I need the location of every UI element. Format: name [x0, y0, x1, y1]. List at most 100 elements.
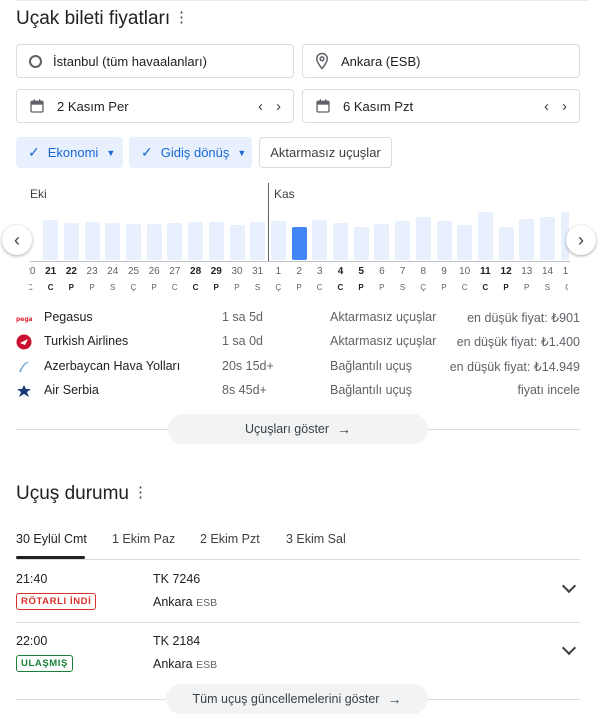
day-number: 1 [275, 266, 282, 277]
azal-logo-icon [16, 359, 32, 375]
tab-date-2[interactable]: 2 Ekim Pzt [200, 532, 260, 546]
svg-text:pegas: pegas [16, 316, 32, 323]
day-number: 26 [148, 266, 160, 277]
weekday-letter: Ç [275, 283, 282, 292]
status-badge: RÖTARLI İNDİ [16, 593, 97, 610]
day-number: 10 [459, 266, 471, 277]
weekday-letter: P [503, 283, 509, 292]
day-number: 6 [379, 266, 385, 277]
weekday-letter: S [544, 283, 551, 292]
day-number: 24 [107, 266, 119, 277]
day-number: 7 [399, 266, 406, 277]
stops-info: Bağlantılı uçuş [330, 382, 412, 397]
weekday-letter: C [47, 283, 54, 292]
weekday-letter: S [399, 283, 406, 292]
air-serbia-logo-icon [16, 383, 32, 399]
weekday-letter: P [296, 283, 302, 292]
weekday-letter: C [27, 283, 33, 292]
chevron-right-icon: › [578, 230, 584, 250]
tab-date-1[interactable]: 1 Ekim Paz [112, 532, 175, 546]
weekday-letter: C [192, 283, 199, 292]
day-number: 30 [231, 266, 243, 277]
day-number: 11 [480, 266, 491, 277]
chevron-down-icon[interactable] [561, 640, 577, 656]
day-number: 12 [500, 266, 512, 277]
weekday-letter: S [254, 283, 261, 292]
chevron-down-icon[interactable] [561, 578, 577, 594]
weekday-letter: C [171, 283, 178, 292]
arrival-city-name: Ankara [153, 595, 193, 609]
calendar-next-button[interactable]: › [566, 225, 596, 255]
show-all-updates-label: Tüm uçuş güncellemelerini göster [192, 692, 380, 706]
weekday-letter: C [316, 283, 323, 292]
lowest-price: en düşük fiyat: ₺901 [467, 311, 580, 325]
lowest-price: en düşük fiyat: ₺1.400 [456, 335, 580, 350]
lowest-price: en düşük fiyat: ₺14.949 [449, 359, 580, 374]
day-number: 5 [358, 266, 364, 277]
flight-status-row[interactable]: 22:00 ULAŞMIŞ TK 2184 Ankara ESB [16, 633, 580, 683]
stops-info: Bağlantılı uçuş [330, 358, 412, 373]
weekday-letter: Ç [420, 283, 427, 292]
weekday-letter: C [461, 283, 468, 292]
day-number: 2 [296, 266, 302, 277]
weekday-letter: P [68, 283, 75, 292]
pegasus-logo-icon: pegas [16, 310, 32, 326]
airline-name: Air Serbia [44, 382, 99, 397]
tab-date-3[interactable]: 3 Ekim Sal [286, 532, 346, 546]
weekday-letter: P [89, 283, 95, 292]
weekday-letter: S [110, 283, 116, 292]
arrival-airport-code: ESB [196, 659, 218, 671]
show-all-updates-button[interactable]: Tüm uçuş güncellemelerini göster → [166, 684, 428, 714]
tabs-divider [16, 559, 580, 560]
day-number: 21 [45, 266, 57, 277]
weekday-letter: P [234, 283, 240, 292]
airline-row[interactable]: Air Serbia 8s 45d+ Bağlantılı uçuş fiyatı i… [16, 383, 582, 401]
flight-duration: 20s 15d+ [222, 358, 274, 373]
day-number: 9 [441, 266, 447, 277]
calendar-prev-button[interactable]: ‹ [2, 225, 32, 255]
weekday-letter: P [358, 283, 364, 292]
flight-duration: 1 sa 5d [222, 310, 264, 324]
day-number: 29 [210, 266, 222, 277]
status-more-icon[interactable]: ⋮ [133, 483, 148, 501]
day-labels: 20 C 21 C 22 P 23 P 24 S 25 Ç 26 P 27 C 28 C 29 P 30 P 31 S 1 Ç 2 P… [27, 0, 572, 300]
stops-info: Aktarmasız uçuşlar [330, 334, 437, 349]
airline-name: Turkish Airlines [44, 334, 129, 349]
day-number: 22 [65, 266, 77, 277]
day-number: 25 [127, 266, 140, 277]
flight-duration: 8s 45d+ [222, 382, 267, 397]
turkish-airlines-logo-icon [16, 334, 32, 350]
day-number: 31 [252, 266, 264, 277]
arrow-right-icon: → [387, 691, 402, 707]
day-number: 28 [190, 266, 202, 277]
status-title-text: Uçuş durumu [16, 483, 129, 504]
day-number: 3 [317, 266, 323, 277]
weekday-letter: C [482, 283, 489, 292]
status-badge: ULAŞMIŞ [16, 655, 73, 672]
arrival-city-name: Ankara [153, 657, 193, 671]
status-title: Uçuş durumu [16, 483, 129, 505]
airline-row[interactable]: Azerbaycan Hava Yolları 20s 15d+ Bağlantıl… [16, 359, 582, 377]
show-flights-button[interactable]: Uçuşları göster → [168, 414, 428, 444]
lowest-price: fiyatı incele [517, 382, 580, 397]
day-number: 4 [337, 266, 344, 277]
flight-number: TK 7246 [153, 572, 201, 586]
tab-date-0[interactable]: 30 Eylül Cmt [16, 532, 87, 546]
weekday-letter: P [213, 283, 220, 292]
flight-duration: 1 sa 0d [222, 334, 264, 349]
airline-row[interactable]: pegas Pegasus 1 sa 5d Aktarmasız uçuşlar en … [16, 310, 582, 328]
day-number: 14 [541, 266, 554, 277]
flight-row-divider [16, 622, 580, 623]
flight-time: 21:40 [16, 572, 48, 586]
flight-number: TK 2184 [153, 634, 201, 648]
flight-status-row[interactable]: 21:40 RÖTARLI İNDİ TK 7246 Ankara ESB [16, 571, 580, 621]
show-flights-label: Uçuşları göster [244, 422, 330, 436]
airline-row[interactable]: Turkish Airlines 1 sa 0d Aktarmasız uçuşla… [16, 334, 582, 352]
weekday-letter: Ç [565, 283, 572, 292]
airline-name: Azerbaycan Hava Yolları [44, 358, 181, 373]
arrival-city: Ankara ESB [153, 595, 217, 609]
weekday-letter: P [151, 283, 157, 292]
arrow-right-icon: → [337, 421, 352, 437]
arrival-airport-code: ESB [196, 597, 218, 609]
day-number: 8 [420, 266, 427, 277]
